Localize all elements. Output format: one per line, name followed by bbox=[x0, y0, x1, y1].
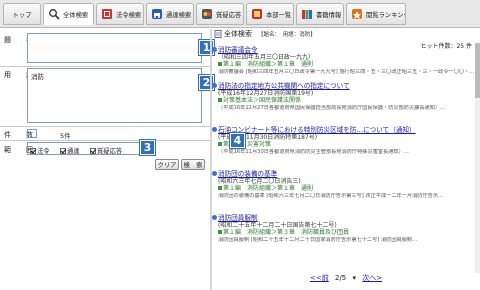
tab-label: 法令検索 bbox=[116, 11, 142, 19]
tab-label: 全体検索 bbox=[63, 11, 89, 19]
result-snippet: 消防審議会 [昭和三四年五月三〇日政令第一九九号] 施行昭三四・五・三〇改正昭三… bbox=[218, 68, 474, 75]
range-checkbox-law[interactable]: 法令 bbox=[30, 146, 50, 155]
bullet-icon bbox=[212, 171, 217, 176]
page-select-icon[interactable]: ▾ bbox=[352, 274, 356, 282]
ranking-icon bbox=[350, 8, 363, 21]
list-item: 消防団の装備の基準 (昭和六三年七月二〇日消告三) 第１編 消防組織＞第１章 通… bbox=[212, 170, 474, 199]
result-snippet: （平成16年12月27日各都道府県国民保護担当部局長宛消防庁国民保護・防災部防災… bbox=[218, 104, 446, 111]
result-category: 第６編 災害対策 bbox=[212, 141, 474, 148]
search-button[interactable]: 検 索 bbox=[181, 159, 205, 170]
building-icon bbox=[250, 8, 263, 21]
tab-bar: トップ 全体検索 法令検索 通達検索 質疑応答 本部一覧 書籍情報 閲覧ランキン… bbox=[0, 0, 480, 28]
tab-ranking[interactable]: 閲覧ランキング bbox=[346, 3, 406, 25]
list-item: 石油コンビナート等における特別防災区域を防…について（通知） (平成16年11月… bbox=[212, 126, 474, 155]
checkbox-label: 法令 bbox=[37, 148, 50, 155]
tab-label: 通達検索 bbox=[166, 11, 192, 19]
count-value: 5件 bbox=[60, 132, 71, 140]
tab-top[interactable]: トップ bbox=[3, 3, 41, 25]
range-checkbox-notice[interactable]: 通達 bbox=[60, 146, 80, 155]
pagination: <<前 2/5 ▾ 次へ> bbox=[308, 273, 384, 283]
qa-icon bbox=[200, 8, 213, 21]
checkbox-checked-icon bbox=[60, 147, 66, 154]
tab-notice-search[interactable]: 通達検索 bbox=[146, 3, 194, 25]
result-category: 第１編 消防組織＞第１章 通則 bbox=[212, 61, 474, 68]
tab-label: 質疑応答 bbox=[216, 11, 242, 19]
results-title: 全体検索 bbox=[224, 30, 252, 38]
book-icon bbox=[100, 8, 113, 21]
result-snippet: （平成16年11月30日各都道府県消防防災主管部長宛消防庁特殊災害室長通知）… bbox=[218, 148, 409, 155]
title-input[interactable] bbox=[27, 33, 202, 63]
checkbox-label: 通達 bbox=[67, 148, 80, 155]
list-item: 消防審議会令 （昭和三四年五月三〇日政一九九） 第１編 消防組織＞第１章 通則 … bbox=[212, 46, 474, 75]
category-icon bbox=[218, 186, 222, 191]
list-item: 消防法の指定地方公共機関への指定について (平成16年12月27日消防国第19号… bbox=[212, 82, 474, 111]
scrollbar-thumb[interactable] bbox=[475, 43, 480, 98]
results-panel: 全体検索 【題名： 用語：消防】 ヒット件数：25 件 消防審議会令 （昭和三四… bbox=[212, 29, 480, 290]
next-page-link[interactable]: 次へ> bbox=[362, 274, 382, 282]
search-icon bbox=[47, 8, 60, 21]
tab-book-info[interactable]: 書籍情報 bbox=[296, 3, 344, 25]
results-query: 【題名： 用語：消防】 bbox=[258, 32, 316, 38]
checkbox-checked-icon bbox=[30, 147, 36, 154]
result-snippet: 消防団員服制 [昭和二十五年十二月二十日国家消防庁告示第七十二号] 消防団員服制… bbox=[218, 236, 418, 243]
divider bbox=[0, 66, 210, 67]
books-icon bbox=[300, 8, 313, 21]
category-icon bbox=[218, 98, 222, 103]
result-category: 対策基本法＞国民保護法関係 bbox=[212, 97, 474, 104]
list-item: 消防団員服制 (昭和二十五年十二月二十日国告第七十二号) 第１編 消防組織＞第３… bbox=[212, 214, 474, 243]
divider bbox=[0, 126, 210, 127]
category-icon bbox=[218, 230, 222, 235]
results-scrollbar[interactable] bbox=[475, 43, 480, 273]
bullet-icon bbox=[212, 127, 217, 132]
bullet-icon bbox=[212, 83, 217, 88]
divider bbox=[0, 140, 210, 141]
tab-qa[interactable]: 質疑応答 bbox=[196, 3, 244, 25]
tab-label: 閲覧ランキング bbox=[366, 11, 406, 19]
tab-hq-list[interactable]: 本部一覧 bbox=[246, 3, 294, 25]
document-icon bbox=[214, 30, 222, 40]
count-select[interactable] bbox=[27, 129, 37, 138]
bullet-icon bbox=[212, 215, 217, 220]
tab-label: トップ bbox=[12, 11, 32, 19]
page-indicator: 2/5 bbox=[334, 274, 347, 282]
callout-badge-3: 3 bbox=[140, 140, 155, 155]
result-category: 第１編 消防組織＞第１章 通則 bbox=[212, 185, 474, 192]
bullet-icon bbox=[212, 47, 217, 52]
search-panel: 題 名 1 用 語 消防 2 件 数 5件 範 囲 法令 通達 質疑応答 3 ク… bbox=[0, 29, 214, 290]
checkbox-checked-icon bbox=[90, 147, 96, 154]
tab-law-search[interactable]: 法令検索 bbox=[96, 3, 144, 25]
result-category: 第１編 消防組織＞第３章 消防職員及び団員 bbox=[212, 229, 474, 236]
clear-button[interactable]: クリア bbox=[155, 159, 179, 170]
prev-page-link[interactable]: <<前 bbox=[310, 274, 329, 282]
tab-label: 本部一覧 bbox=[266, 11, 292, 19]
results-header: 全体検索 【題名： 用語：消防】 bbox=[212, 29, 480, 39]
term-input-value: 消防 bbox=[31, 73, 44, 81]
term-input[interactable]: 消防 bbox=[27, 68, 202, 123]
car-icon bbox=[150, 8, 163, 21]
category-icon bbox=[218, 142, 222, 147]
tab-label: 書籍情報 bbox=[316, 11, 342, 19]
range-checkbox-qa[interactable]: 質疑応答 bbox=[90, 146, 122, 155]
tab-global-search[interactable]: 全体検索 bbox=[43, 3, 94, 25]
callout-badge-4: 4 bbox=[230, 133, 245, 148]
checkbox-label: 質疑応答 bbox=[97, 148, 123, 155]
result-snippet: 消防団の装備の基準 [昭和六三年七月二〇日消防庁告示第三号] 改正平成一二年一月… bbox=[218, 192, 444, 199]
category-icon bbox=[218, 62, 222, 67]
